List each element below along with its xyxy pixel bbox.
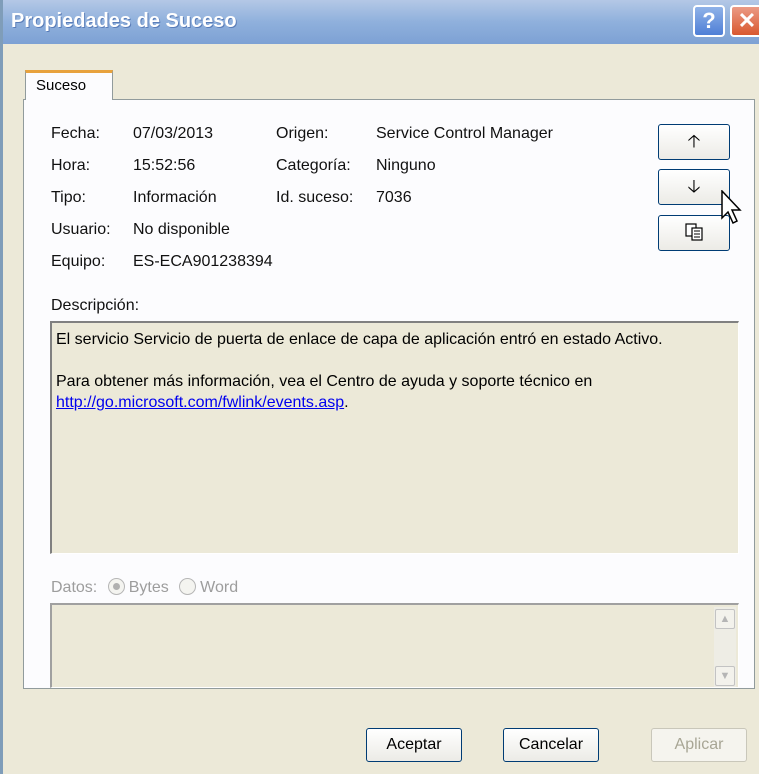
help-center-link[interactable]: http://go.microsoft.com/fwlink/events.as…: [56, 394, 344, 411]
tab-suceso[interactable]: Suceso: [25, 70, 113, 100]
hora-label: Hora:: [51, 157, 91, 174]
bytes-radio[interactable]: [107, 578, 125, 595]
word-radio[interactable]: [179, 578, 197, 595]
tipo-label: Tipo:: [51, 189, 86, 206]
usuario-label: Usuario:: [51, 221, 111, 238]
equipo-value: ES-ECA901238394: [133, 253, 273, 270]
event-properties-dialog: Propiedades de Suceso ? ✕ Suceso Fecha: …: [0, 0, 759, 774]
copy-icon: [685, 223, 703, 241]
id-suceso-label: Id. suceso:: [276, 189, 354, 206]
description-textbox[interactable]: El servicio Servicio de puerta de enlace…: [50, 321, 739, 554]
apply-button[interactable]: Aplicar: [651, 728, 747, 762]
data-format-row: Datos: Bytes Word: [51, 578, 238, 597]
fecha-value: 07/03/2013: [133, 125, 214, 142]
close-button[interactable]: ✕: [730, 5, 759, 37]
description-paragraph-2: Para obtener más información, vea el Cen…: [56, 373, 593, 390]
next-event-button[interactable]: 🡣: [658, 169, 730, 205]
description-label: Descripción:: [51, 297, 140, 314]
title-bar[interactable]: Propiedades de Suceso ? ✕: [3, 0, 759, 44]
vertical-scrollbar[interactable]: ▲ ▼: [714, 607, 736, 687]
id-suceso-value: 7036: [376, 189, 412, 206]
tipo-value: Información: [133, 189, 217, 206]
hora-value: 15:52:56: [133, 157, 196, 174]
data-label: Datos:: [51, 579, 98, 596]
previous-event-button[interactable]: 🡡: [658, 124, 730, 160]
origen-label: Origen:: [276, 125, 329, 142]
cancel-button[interactable]: Cancelar: [503, 728, 599, 762]
bytes-radio-label: Bytes: [128, 579, 169, 596]
equipo-label: Equipo:: [51, 253, 106, 270]
word-radio-label: Word: [200, 579, 239, 596]
usuario-value: No disponible: [133, 221, 230, 238]
description-period: .: [344, 394, 349, 411]
scroll-down-icon[interactable]: ▼: [715, 666, 735, 686]
help-button[interactable]: ?: [693, 5, 725, 37]
categoria-value: Ninguno: [376, 157, 436, 174]
arrow-down-icon: 🡣: [687, 176, 701, 196]
fecha-label: Fecha:: [51, 125, 100, 142]
ok-button[interactable]: Aceptar: [366, 728, 462, 762]
mouse-pointer-icon: [721, 190, 742, 225]
description-paragraph-1: El servicio Servicio de puerta de enlace…: [56, 331, 663, 348]
copy-button[interactable]: [658, 215, 730, 251]
origen-value: Service Control Manager: [376, 125, 553, 142]
window-title: Propiedades de Suceso: [11, 10, 237, 32]
arrow-up-icon: 🡡: [687, 131, 701, 151]
categoria-label: Categoría:: [276, 157, 351, 174]
scroll-up-icon[interactable]: ▲: [715, 609, 735, 629]
data-textbox[interactable]: ▲ ▼: [50, 603, 739, 688]
